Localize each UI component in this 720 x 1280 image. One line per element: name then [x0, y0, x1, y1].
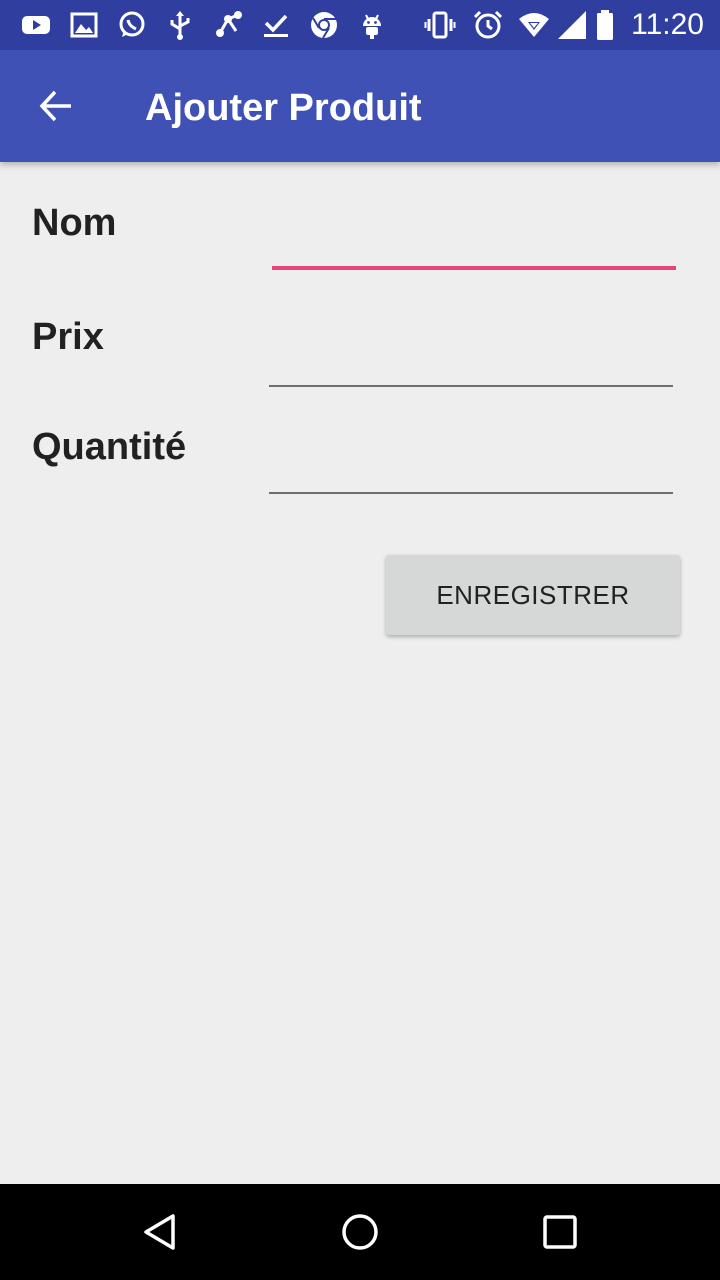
nav-home-button[interactable] [328, 1200, 392, 1264]
image-icon [68, 9, 100, 41]
quantite-input-underline [269, 492, 673, 494]
quantite-input[interactable] [269, 440, 673, 492]
recents-square-icon [543, 1215, 577, 1249]
youtube-icon [20, 9, 52, 41]
signal-icon [556, 9, 588, 41]
android-icon [356, 9, 388, 41]
status-bar: 11:20 [0, 0, 720, 50]
quantite-label: Quantité [32, 426, 187, 468]
status-time: 11:20 [631, 8, 704, 41]
back-triangle-icon [144, 1214, 175, 1250]
check-download-icon [260, 9, 292, 41]
prix-label: Prix [32, 316, 104, 358]
chrome-icon [308, 9, 340, 41]
nom-label: Nom [32, 202, 117, 244]
page-title: Ajouter Produit [145, 87, 422, 129]
arrow-back-icon [39, 90, 71, 122]
prix-input[interactable] [269, 332, 673, 384]
vibrate-icon [424, 9, 456, 41]
nom-input-underline [272, 266, 676, 270]
app-bar: Ajouter Produit [0, 50, 720, 162]
whatsapp-icon [116, 9, 148, 41]
back-button[interactable] [24, 74, 88, 138]
screen: 11:20 Ajouter Produit Nom Prix Quantité … [0, 0, 720, 1280]
navigation-bar [0, 1184, 720, 1280]
alarm-icon [472, 9, 504, 41]
battery-icon [594, 9, 616, 41]
home-circle-icon [342, 1214, 378, 1250]
nav-back-button[interactable] [128, 1200, 192, 1264]
nom-input[interactable] [272, 212, 676, 264]
share-icon [212, 9, 244, 41]
prix-input-underline [269, 385, 673, 387]
wifi-icon [518, 9, 552, 41]
usb-icon [164, 9, 196, 41]
nav-recents-button[interactable] [528, 1200, 592, 1264]
save-button[interactable]: ENREGISTRER [386, 555, 680, 635]
